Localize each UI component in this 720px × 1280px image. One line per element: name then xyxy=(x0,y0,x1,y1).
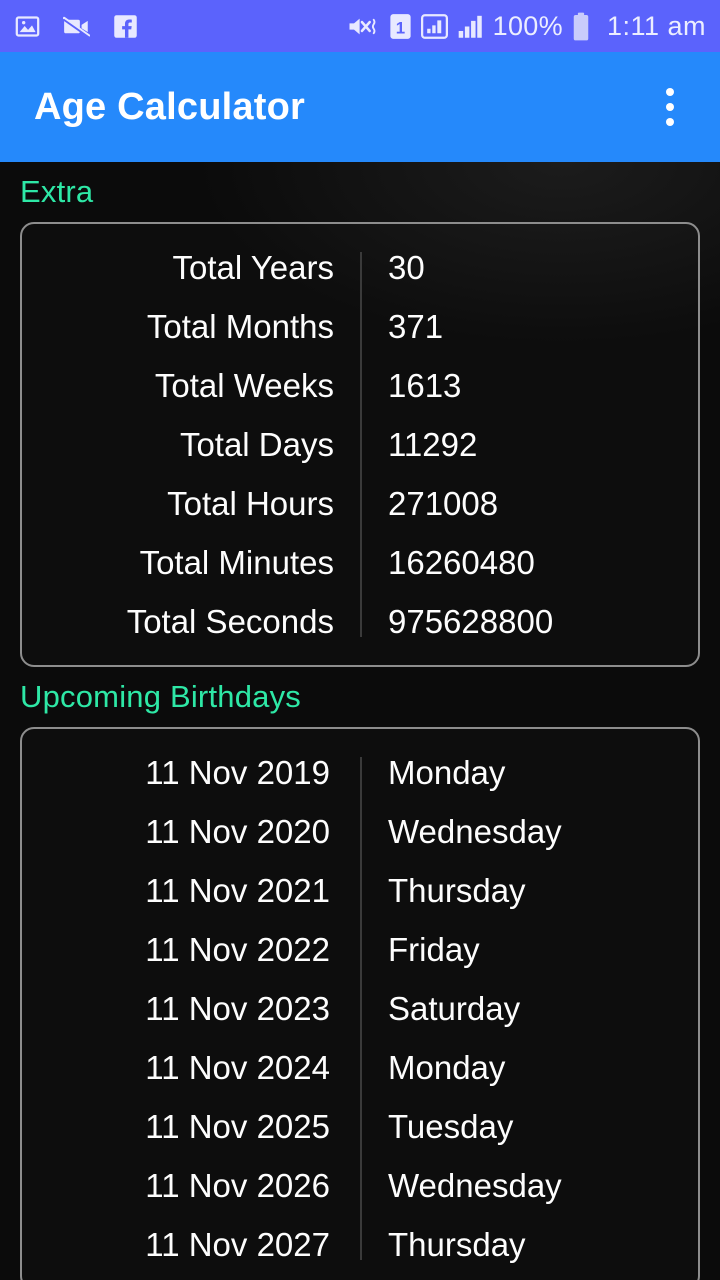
extra-row-label: Total Months xyxy=(146,307,334,345)
status-bar-notification-icons xyxy=(14,13,139,40)
birthday-row-value: Wednesday xyxy=(388,1166,562,1204)
extra-card: Total Years 30 Total Months 371 Total Weeks 1… xyxy=(20,222,700,667)
birthday-row-value: Wednesday xyxy=(388,812,562,850)
extra-row-value: 975628800 xyxy=(388,602,554,640)
video-camera-off-icon xyxy=(63,15,90,38)
signal-bars-sim1-icon xyxy=(420,13,448,40)
battery-full-icon xyxy=(572,12,590,41)
birthday-row-label: 11 Nov 2022 xyxy=(145,930,330,968)
birthday-row-value: Tuesday xyxy=(388,1107,514,1145)
birthday-row-label: 11 Nov 2020 xyxy=(145,812,330,850)
birthday-row-label: 11 Nov 2024 xyxy=(145,1048,330,1086)
extra-row-label: Total Hours xyxy=(167,484,334,522)
app-bar: Age Calculator xyxy=(0,52,720,162)
birthday-row-value: Monday xyxy=(388,1048,506,1086)
status-bar: 1 100% 1:11 am xyxy=(0,0,720,52)
extra-row-label: Total Years xyxy=(172,248,334,286)
section-title-upcoming-birthdays: Upcoming Birthdays xyxy=(20,679,301,714)
image-icon xyxy=(14,13,41,40)
column-divider xyxy=(360,252,362,637)
svg-text:1: 1 xyxy=(395,18,404,37)
birthday-row-label: 11 Nov 2027 xyxy=(145,1225,330,1263)
extra-row-label: Total Seconds xyxy=(126,602,334,640)
birthday-row-value: Friday xyxy=(388,930,480,968)
extra-row-value: 1613 xyxy=(388,366,462,404)
page-title: Age Calculator xyxy=(34,85,305,128)
extra-row-label: Total Days xyxy=(179,425,334,463)
sim-1-icon: 1 xyxy=(389,13,412,40)
birthday-row-label: 11 Nov 2021 xyxy=(145,871,330,909)
section-title-extra: Extra xyxy=(20,174,94,209)
facebook-icon xyxy=(112,13,139,40)
overflow-menu-icon[interactable] xyxy=(646,77,694,137)
main-content[interactable]: Extra Total Years 30 Total Months 371 Total … xyxy=(0,162,720,1280)
birthday-row-label: 11 Nov 2019 xyxy=(145,753,330,791)
extra-row-value: 30 xyxy=(388,248,425,286)
extra-row-value: 371 xyxy=(388,307,444,345)
birthday-row-value: Thursday xyxy=(388,1225,526,1263)
extra-row-label: Total Weeks xyxy=(154,366,334,404)
battery-percent-label: 100% xyxy=(492,10,563,41)
extra-row-label: Total Minutes xyxy=(139,543,334,581)
volume-mute-vibrate-icon xyxy=(346,13,380,40)
extra-rows: Total Years 30 Total Months 371 Total Weeks 1… xyxy=(22,238,698,651)
status-bar-system-icons: 1 100% 1:11 am xyxy=(346,11,706,42)
birthday-row-value: Monday xyxy=(388,753,506,791)
extra-row-value: 11292 xyxy=(388,425,478,463)
extra-row-value: 271008 xyxy=(388,484,499,522)
upcoming-birthdays-card: 11 Nov 2019 Monday 11 Nov 2020 Wednesday 11 … xyxy=(20,727,700,1280)
extra-row-value: 16260480 xyxy=(388,543,535,581)
birthday-row-value: Thursday xyxy=(388,871,526,909)
birthday-row-label: 11 Nov 2023 xyxy=(145,989,330,1027)
birthday-row-value: Saturday xyxy=(388,989,521,1027)
column-divider xyxy=(360,757,362,1260)
clock-label: 1:11 am xyxy=(606,10,706,41)
birthday-rows: 11 Nov 2019 Monday 11 Nov 2020 Wednesday 11 … xyxy=(22,743,698,1274)
signal-bars-sim2-icon xyxy=(457,13,484,40)
birthday-row-label: 11 Nov 2026 xyxy=(145,1166,330,1204)
birthday-row-label: 11 Nov 2025 xyxy=(145,1107,330,1145)
